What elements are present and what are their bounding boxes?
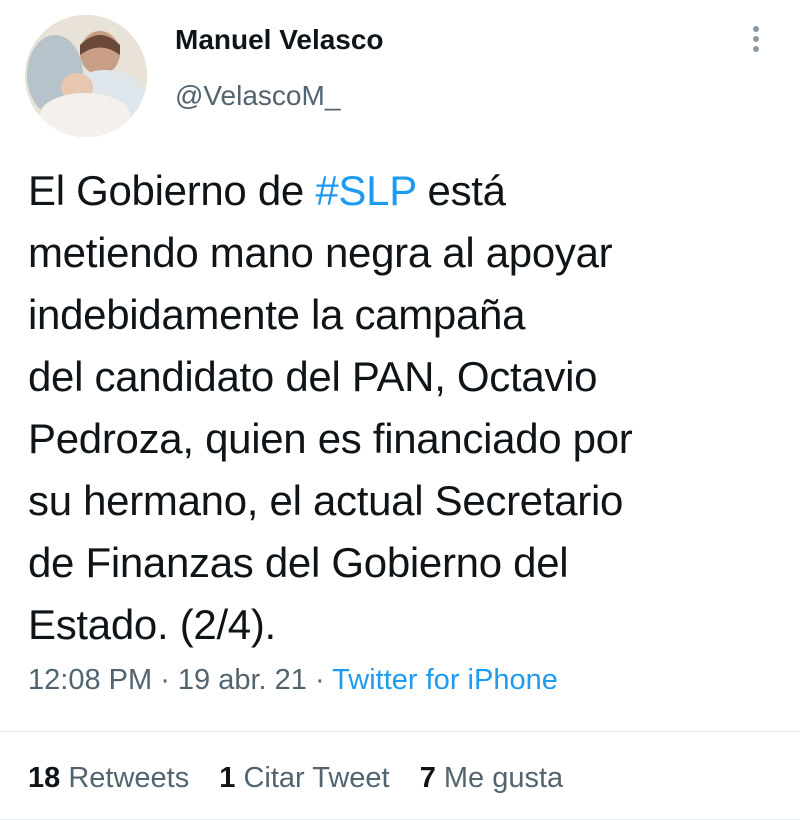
tweet-line-2: metiendo mano negra al apoyar [28, 229, 613, 276]
tweet-line-4: del candidato del PAN, Octavio [28, 353, 598, 400]
tweet-meta: 12:08 PM · 19 abr. 21 · Twitter for iPho… [28, 664, 558, 697]
tweet-stats: 18 Retweets 1 Citar Tweet 7 Me gusta [28, 762, 585, 795]
tweet-time[interactable]: 12:08 PM [28, 664, 152, 696]
author-handle[interactable]: @VelascoM_ [175, 80, 340, 112]
hashtag-link[interactable]: #SLP [315, 167, 416, 214]
tweet-line-7: de Finanzas del Gobierno del [28, 539, 569, 586]
tweet-text: El Gobierno de #SLP está metiendo mano n… [28, 160, 788, 656]
tweet-text-segment: está [416, 167, 507, 214]
more-options-icon[interactable] [744, 22, 768, 62]
divider [0, 731, 800, 732]
tweet-source-link[interactable]: Twitter for iPhone [332, 664, 558, 696]
likes-count: 7 [419, 762, 436, 794]
retweets-count: 18 [28, 762, 61, 794]
author-display-name[interactable]: Manuel Velasco [175, 24, 384, 56]
meta-separator: · [152, 664, 178, 696]
quote-tweets-stat[interactable]: 1 Citar Tweet [219, 762, 389, 795]
tweet-line-5: Pedroza, quien es financiado por [28, 415, 633, 462]
quotes-label: Citar Tweet [235, 762, 390, 794]
retweets-label: Retweets [60, 762, 190, 794]
meta-separator: · [306, 664, 333, 696]
tweet-date[interactable]: 19 abr. 21 [178, 664, 307, 696]
tweet-line-3: indebidamente la campaña [28, 291, 526, 338]
tweet-detail: Manuel Velasco @VelascoM_ El Gobierno de… [0, 0, 800, 820]
likes-label: Me gusta [435, 762, 564, 794]
retweets-stat[interactable]: 18 Retweets [28, 762, 189, 795]
tweet-line-1: El Gobierno de #SLP está [28, 160, 788, 222]
profile-photo-icon [25, 15, 147, 137]
avatar[interactable] [25, 15, 147, 137]
quotes-count: 1 [219, 762, 236, 794]
likes-stat[interactable]: 7 Me gusta [420, 762, 563, 795]
tweet-text-segment: El Gobierno de [28, 167, 316, 214]
tweet-line-8: Estado. (2/4). [28, 601, 276, 648]
tweet-line-6: su hermano, el actual Secretario [28, 477, 624, 524]
